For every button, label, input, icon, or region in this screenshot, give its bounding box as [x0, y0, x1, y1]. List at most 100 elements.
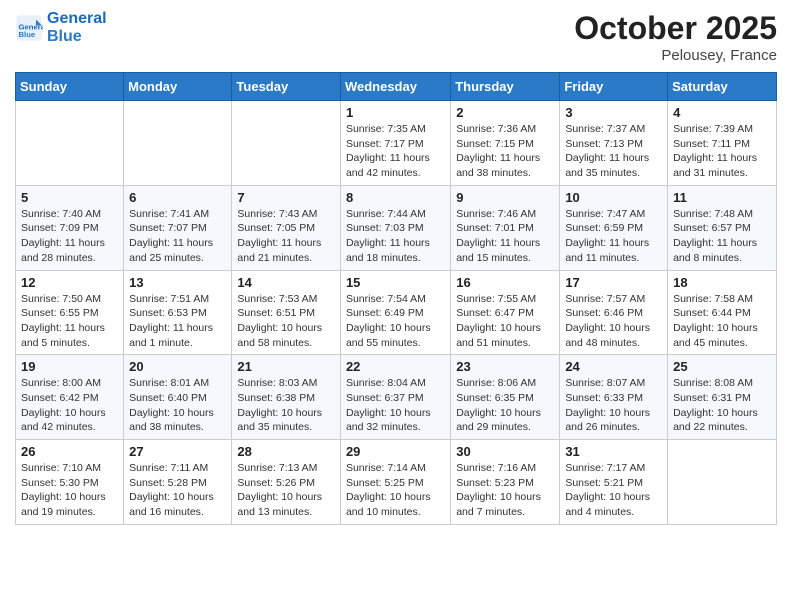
day-info: Sunrise: 7:17 AMSunset: 5:21 PMDaylight:…: [565, 461, 662, 520]
calendar-cell: 19Sunrise: 8:00 AMSunset: 6:42 PMDayligh…: [16, 355, 124, 440]
day-number: 3: [565, 105, 662, 120]
day-info: Sunrise: 7:44 AMSunset: 7:03 PMDaylight:…: [346, 207, 445, 266]
day-number: 12: [21, 275, 118, 290]
calendar-cell: 11 Sunrise: 7:48 AMSunset: 6:57 PMDayligh…: [668, 185, 777, 270]
page: General Blue General Blue October 2025 P…: [0, 0, 792, 535]
day-number: 27: [129, 444, 226, 459]
calendar-week-row: 1Sunrise: 7:35 AMSunset: 7:17 PMDaylight…: [16, 101, 777, 186]
month-title: October 2025: [574, 10, 777, 47]
calendar-cell: 3 Sunrise: 7:37 AMSunset: 7:13 PMDaylight…: [560, 101, 668, 186]
svg-text:Blue: Blue: [19, 30, 36, 39]
day-number: 16: [456, 275, 554, 290]
day-info: Sunrise: 7:54 AMSunset: 6:49 PMDaylight:…: [346, 292, 445, 351]
day-info: Sunrise: 8:08 AMSunset: 6:31 PMDaylight:…: [673, 376, 771, 435]
weekday-header-friday: Friday: [560, 73, 668, 101]
day-info: Sunrise: 7:11 AMSunset: 5:28 PMDaylight:…: [129, 461, 226, 520]
day-info: Sunrise: 8:01 AMSunset: 6:40 PMDaylight:…: [129, 376, 226, 435]
calendar-body: 1Sunrise: 7:35 AMSunset: 7:17 PMDaylight…: [16, 101, 777, 525]
day-number: 11: [673, 190, 771, 205]
calendar-cell: 1Sunrise: 7:35 AMSunset: 7:17 PMDaylight…: [340, 101, 450, 186]
day-info: Sunrise: 7:40 AMSunset: 7:09 PMDaylight:…: [21, 207, 118, 266]
day-number: 30: [456, 444, 554, 459]
day-number: 6: [129, 190, 226, 205]
calendar-cell: 23Sunrise: 8:06 AMSunset: 6:35 PMDayligh…: [451, 355, 560, 440]
calendar-cell: 8 Sunrise: 7:44 AMSunset: 7:03 PMDaylight…: [340, 185, 450, 270]
day-number: 24: [565, 359, 662, 374]
day-number: 25: [673, 359, 771, 374]
day-number: 31: [565, 444, 662, 459]
calendar-cell: 6 Sunrise: 7:41 AMSunset: 7:07 PMDaylight…: [124, 185, 232, 270]
calendar-cell: 22 Sunrise: 8:04 AMSunset: 6:37 PMDayligh…: [340, 355, 450, 440]
calendar-cell: 27 Sunrise: 7:11 AMSunset: 5:28 PMDayligh…: [124, 440, 232, 525]
day-number: 14: [237, 275, 335, 290]
day-info: Sunrise: 7:51 AMSunset: 6:53 PMDaylight:…: [129, 292, 226, 351]
weekday-header-saturday: Saturday: [668, 73, 777, 101]
calendar-cell: 14 Sunrise: 7:53 AMSunset: 6:51 PMDayligh…: [232, 270, 341, 355]
calendar-cell: 25 Sunrise: 8:08 AMSunset: 6:31 PMDayligh…: [668, 355, 777, 440]
day-number: 18: [673, 275, 771, 290]
calendar-cell: 16 Sunrise: 7:55 AMSunset: 6:47 PMDayligh…: [451, 270, 560, 355]
day-number: 29: [346, 444, 445, 459]
header: General Blue General Blue October 2025 P…: [15, 10, 777, 64]
day-number: 5: [21, 190, 118, 205]
day-number: 20: [129, 359, 226, 374]
calendar-table: SundayMondayTuesdayWednesdayThursdayFrid…: [15, 72, 777, 525]
day-number: 13: [129, 275, 226, 290]
calendar-cell: 29 Sunrise: 7:14 AMSunset: 5:25 PMDayligh…: [340, 440, 450, 525]
day-number: 2: [456, 105, 554, 120]
day-info: Sunrise: 7:55 AMSunset: 6:47 PMDaylight:…: [456, 292, 554, 351]
calendar-cell: 17Sunrise: 7:57 AMSunset: 6:46 PMDayligh…: [560, 270, 668, 355]
day-number: 15: [346, 275, 445, 290]
calendar-cell: [232, 101, 341, 186]
calendar-cell: 28Sunrise: 7:13 AMSunset: 5:26 PMDayligh…: [232, 440, 341, 525]
day-info: Sunrise: 7:43 AMSunset: 7:05 PMDaylight:…: [237, 207, 335, 266]
calendar-cell: 24 Sunrise: 8:07 AMSunset: 6:33 PMDayligh…: [560, 355, 668, 440]
day-info: Sunrise: 7:57 AMSunset: 6:46 PMDaylight:…: [565, 292, 662, 351]
day-info: Sunrise: 7:10 AMSunset: 5:30 PMDaylight:…: [21, 461, 118, 520]
weekday-header-wednesday: Wednesday: [340, 73, 450, 101]
day-info: Sunrise: 7:46 AMSunset: 7:01 PMDaylight:…: [456, 207, 554, 266]
weekday-header-monday: Monday: [124, 73, 232, 101]
title-area: October 2025 Pelousey, France: [574, 10, 777, 64]
day-info: Sunrise: 7:53 AMSunset: 6:51 PMDaylight:…: [237, 292, 335, 351]
day-number: 4: [673, 105, 771, 120]
calendar-week-row: 19Sunrise: 8:00 AMSunset: 6:42 PMDayligh…: [16, 355, 777, 440]
calendar-cell: 5 Sunrise: 7:40 AMSunset: 7:09 PMDaylight…: [16, 185, 124, 270]
day-info: Sunrise: 7:41 AMSunset: 7:07 PMDaylight:…: [129, 207, 226, 266]
calendar-cell: 13 Sunrise: 7:51 AMSunset: 6:53 PMDayligh…: [124, 270, 232, 355]
calendar-cell: [124, 101, 232, 186]
calendar-cell: 10Sunrise: 7:47 AMSunset: 6:59 PMDayligh…: [560, 185, 668, 270]
calendar-cell: [668, 440, 777, 525]
day-info: Sunrise: 7:14 AMSunset: 5:25 PMDaylight:…: [346, 461, 445, 520]
calendar-cell: 12 Sunrise: 7:50 AMSunset: 6:55 PMDayligh…: [16, 270, 124, 355]
calendar-cell: 30 Sunrise: 7:16 AMSunset: 5:23 PMDayligh…: [451, 440, 560, 525]
day-info: Sunrise: 8:07 AMSunset: 6:33 PMDaylight:…: [565, 376, 662, 435]
logo-general: General: [47, 10, 107, 28]
day-info: Sunrise: 7:47 AMSunset: 6:59 PMDaylight:…: [565, 207, 662, 266]
day-number: 26: [21, 444, 118, 459]
calendar-cell: 26 Sunrise: 7:10 AMSunset: 5:30 PMDayligh…: [16, 440, 124, 525]
calendar-cell: 4Sunrise: 7:39 AMSunset: 7:11 PMDaylight…: [668, 101, 777, 186]
day-number: 8: [346, 190, 445, 205]
calendar-cell: 20 Sunrise: 8:01 AMSunset: 6:40 PMDayligh…: [124, 355, 232, 440]
calendar-week-row: 5 Sunrise: 7:40 AMSunset: 7:09 PMDaylight…: [16, 185, 777, 270]
day-number: 22: [346, 359, 445, 374]
calendar-week-row: 12 Sunrise: 7:50 AMSunset: 6:55 PMDayligh…: [16, 270, 777, 355]
calendar-cell: 15 Sunrise: 7:54 AMSunset: 6:49 PMDayligh…: [340, 270, 450, 355]
calendar-cell: 9Sunrise: 7:46 AMSunset: 7:01 PMDaylight…: [451, 185, 560, 270]
day-number: 7: [237, 190, 335, 205]
calendar-cell: 31 Sunrise: 7:17 AMSunset: 5:21 PMDayligh…: [560, 440, 668, 525]
day-number: 28: [237, 444, 335, 459]
day-info: Sunrise: 7:36 AMSunset: 7:15 PMDaylight:…: [456, 122, 554, 181]
day-info: Sunrise: 8:04 AMSunset: 6:37 PMDaylight:…: [346, 376, 445, 435]
day-info: Sunrise: 7:37 AMSunset: 7:13 PMDaylight:…: [565, 122, 662, 181]
day-info: Sunrise: 7:16 AMSunset: 5:23 PMDaylight:…: [456, 461, 554, 520]
weekday-header-sunday: Sunday: [16, 73, 124, 101]
weekday-header-tuesday: Tuesday: [232, 73, 341, 101]
calendar-cell: [16, 101, 124, 186]
day-info: Sunrise: 7:50 AMSunset: 6:55 PMDaylight:…: [21, 292, 118, 351]
day-info: Sunrise: 8:00 AMSunset: 6:42 PMDaylight:…: [21, 376, 118, 435]
day-number: 21: [237, 359, 335, 374]
calendar-cell: 21Sunrise: 8:03 AMSunset: 6:38 PMDayligh…: [232, 355, 341, 440]
day-info: Sunrise: 7:48 AMSunset: 6:57 PMDaylight:…: [673, 207, 771, 266]
